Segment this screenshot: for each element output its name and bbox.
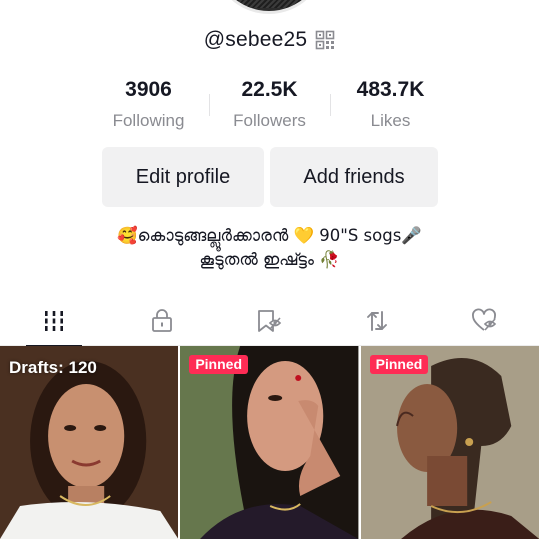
followers-label: Followers	[233, 111, 306, 130]
video-thumbnail-drafts[interactable]: Drafts: 120	[0, 346, 179, 539]
drafts-count-label: Drafts: 120	[9, 358, 97, 377]
username: @sebee25	[203, 28, 308, 51]
stat-following[interactable]: 3906 Following	[88, 76, 209, 136]
tab-private[interactable]	[108, 296, 216, 346]
pinned-badge: Pinned	[369, 355, 429, 374]
pinned-1-thumbnail-image	[180, 346, 359, 539]
qr-code-icon[interactable]	[315, 30, 335, 50]
following-count: 3906	[125, 78, 172, 101]
profile-actions: Edit profile Add friends	[102, 147, 438, 207]
tab-liked[interactable]	[431, 296, 539, 346]
following-label: Following	[112, 111, 185, 130]
profile-stats: 3906 Following 22.5K Followers 483.7K Li…	[88, 76, 451, 136]
stat-followers[interactable]: 22.5K Followers	[209, 76, 330, 136]
tab-videos[interactable]	[0, 296, 108, 347]
bio-line: കൂടുതൽ ഇഷ്ട്ടം 🥀	[199, 250, 340, 269]
tab-reposts[interactable]	[323, 296, 431, 346]
likes-label: Likes	[370, 111, 411, 130]
edit-profile-button[interactable]: Edit profile	[102, 147, 264, 207]
videos-grid-icon	[44, 311, 63, 331]
lock-icon	[151, 309, 172, 332]
pinned-badge: Pinned	[189, 355, 248, 374]
profile-tabs	[0, 296, 539, 347]
pinned-2-thumbnail-image	[360, 346, 539, 539]
video-grid: Drafts: 120 Pinned Pinned	[0, 346, 539, 539]
liked-hidden-icon	[472, 308, 497, 331]
followers-count: 22.5K	[241, 78, 298, 101]
username-row: @sebee25	[0, 28, 539, 52]
add-friends-button[interactable]: Add friends	[270, 147, 438, 207]
avatar[interactable]	[212, 0, 326, 14]
tab-favorites[interactable]	[216, 296, 324, 346]
repost-icon	[367, 311, 388, 331]
profile-bio: 🥰കൊടുങ്ങല്ലൂർക്കാരൻ 💛 90"S sogs🎤 കൂടുതൽ …	[0, 224, 539, 272]
video-thumbnail-pinned-2[interactable]: Pinned	[360, 346, 539, 539]
video-thumbnail-pinned-1[interactable]: Pinned	[180, 346, 359, 539]
bookmark-icon	[258, 310, 282, 332]
likes-count: 483.7K	[356, 78, 425, 101]
bio-line: 🥰കൊടുങ്ങല്ലൂർക്കാരൻ 💛 90"S sogs🎤	[117, 226, 422, 245]
stat-likes[interactable]: 483.7K Likes	[330, 76, 451, 136]
